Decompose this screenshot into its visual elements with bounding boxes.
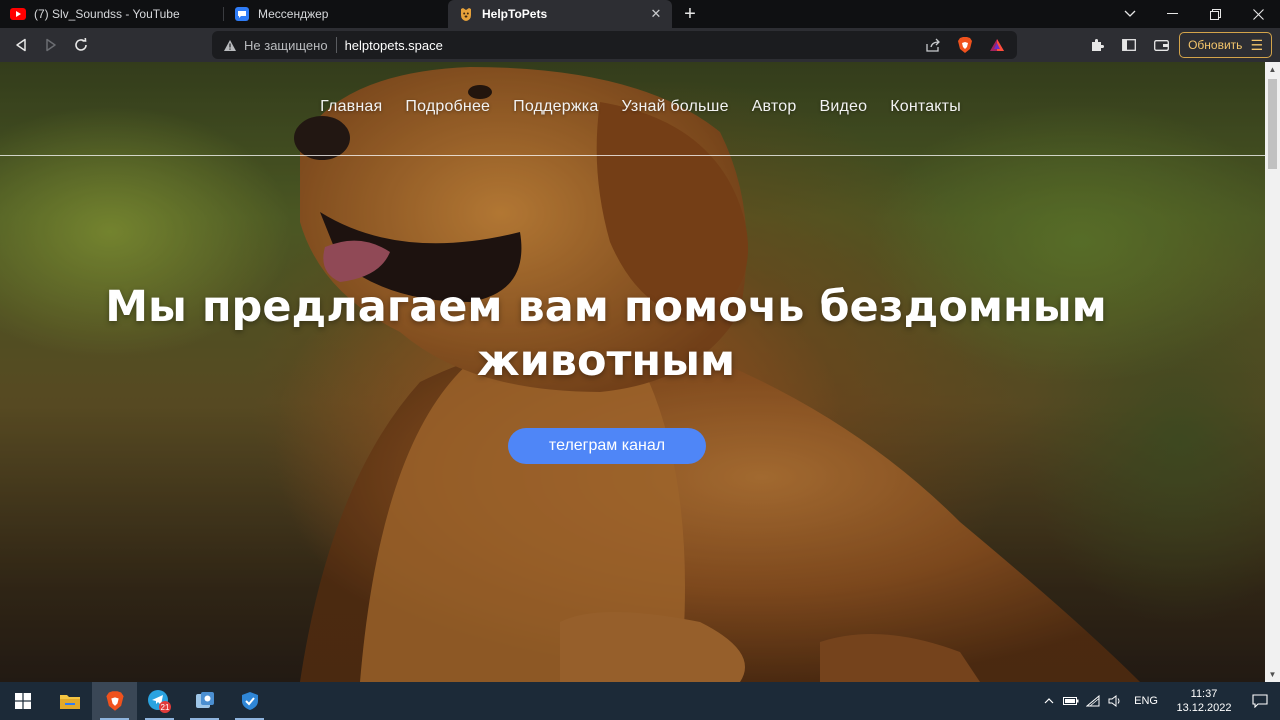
vpn-app-icon[interactable] xyxy=(182,682,227,720)
update-browser-button[interactable]: Обновить ☰ xyxy=(1179,32,1272,58)
browser-tab-strip: (7) Slv_Soundss - YouTube Мессенджер Hel… xyxy=(0,0,1280,28)
tab-messenger[interactable]: Мессенджер xyxy=(224,0,448,28)
windows-start-icon[interactable] xyxy=(0,682,45,720)
address-bar[interactable]: Не защищено helptopets.space xyxy=(212,31,1017,59)
reload-button[interactable] xyxy=(66,30,96,60)
brave-browser-icon[interactable] xyxy=(92,682,137,720)
show-hidden-icons-chevron-icon[interactable] xyxy=(1038,682,1060,720)
sidebar-icon[interactable] xyxy=(1115,31,1143,59)
forward-button[interactable] xyxy=(36,30,66,60)
tab-title: Мессенджер xyxy=(258,7,329,21)
scrollbar-thumb[interactable] xyxy=(1268,79,1277,169)
extensions-icon[interactable] xyxy=(1083,31,1111,59)
nav-link-home[interactable]: Главная xyxy=(320,98,382,116)
url-text[interactable]: helptopets.space xyxy=(345,38,913,53)
close-window-button[interactable] xyxy=(1237,0,1280,28)
warning-icon[interactable] xyxy=(222,37,238,53)
restore-window-button[interactable] xyxy=(1194,0,1237,28)
system-clock[interactable]: 11:37 13.12.2022 xyxy=(1168,687,1240,715)
telegram-badge: 21 xyxy=(160,703,169,712)
tab-youtube[interactable]: (7) Slv_Soundss - YouTube xyxy=(0,0,224,28)
close-tab-icon[interactable]: ✕ xyxy=(648,6,664,22)
nav-link-support[interactable]: Поддержка xyxy=(513,98,598,116)
scroll-down-arrow-icon[interactable]: ▼ xyxy=(1265,667,1280,682)
brave-shields-icon[interactable] xyxy=(953,33,977,57)
nav-link-details[interactable]: Подробнее xyxy=(405,98,490,116)
brave-rewards-icon[interactable] xyxy=(985,33,1009,57)
wallet-icon[interactable] xyxy=(1147,31,1175,59)
telegram-channel-button[interactable]: телеграм канал xyxy=(508,428,706,464)
nav-divider xyxy=(0,155,1265,156)
tab-title: HelpToPets xyxy=(482,7,548,21)
clock-date: 13.12.2022 xyxy=(1176,702,1232,714)
headline-line-2: животным xyxy=(476,336,736,386)
scroll-up-arrow-icon[interactable]: ▲ xyxy=(1265,62,1280,77)
battery-icon[interactable] xyxy=(1060,682,1082,720)
tab-helptopets[interactable]: HelpToPets ✕ xyxy=(448,0,672,28)
nav-link-video[interactable]: Видео xyxy=(819,98,867,116)
system-tray: ENG 11:37 13.12.2022 xyxy=(1038,682,1280,720)
main-navigation: Главная Подробнее Поддержка Узнай больше… xyxy=(0,98,1265,116)
notification-center-icon[interactable] xyxy=(1240,682,1280,720)
page-scrollbar[interactable]: ▲ ▼ xyxy=(1265,62,1280,682)
nav-link-contacts[interactable]: Контакты xyxy=(890,98,961,116)
headline-line-1: Мы предлагаем вам помочь бездомным xyxy=(105,282,1107,332)
address-divider xyxy=(335,37,337,53)
menu-icon: ☰ xyxy=(1250,36,1263,53)
nav-link-author[interactable]: Автор xyxy=(752,98,797,116)
update-label: Обновить xyxy=(1188,38,1243,52)
hero-headline: Мы предлагаем вам помочь бездомным живот… xyxy=(60,280,1152,388)
file-explorer-icon[interactable] xyxy=(47,682,92,720)
new-tab-button[interactable]: + xyxy=(672,0,708,28)
messenger-icon xyxy=(234,6,250,22)
windows-taskbar: 21 ENG 11:37 13.12.2022 xyxy=(0,682,1280,720)
back-button[interactable] xyxy=(6,30,36,60)
site-favicon xyxy=(458,6,474,22)
browser-toolbar: Не защищено helptopets.space Обновить ☰ xyxy=(0,28,1280,62)
tab-search-dropdown-icon[interactable] xyxy=(1108,0,1151,28)
wifi-icon[interactable] xyxy=(1082,682,1104,720)
defender-icon[interactable] xyxy=(227,682,272,720)
nav-link-learn-more[interactable]: Узнай больше xyxy=(621,98,728,116)
input-language-indicator[interactable]: ENG xyxy=(1134,695,1158,707)
volume-icon[interactable] xyxy=(1104,682,1126,720)
clock-time: 11:37 xyxy=(1190,688,1218,700)
share-icon[interactable] xyxy=(921,33,945,57)
minimize-window-button[interactable] xyxy=(1151,0,1194,28)
security-status-label[interactable]: Не защищено xyxy=(244,38,328,53)
telegram-icon[interactable]: 21 xyxy=(137,682,182,720)
tab-title: (7) Slv_Soundss - YouTube xyxy=(34,7,180,21)
youtube-icon xyxy=(10,6,26,22)
page-viewport: Главная Подробнее Поддержка Узнай больше… xyxy=(0,62,1280,682)
